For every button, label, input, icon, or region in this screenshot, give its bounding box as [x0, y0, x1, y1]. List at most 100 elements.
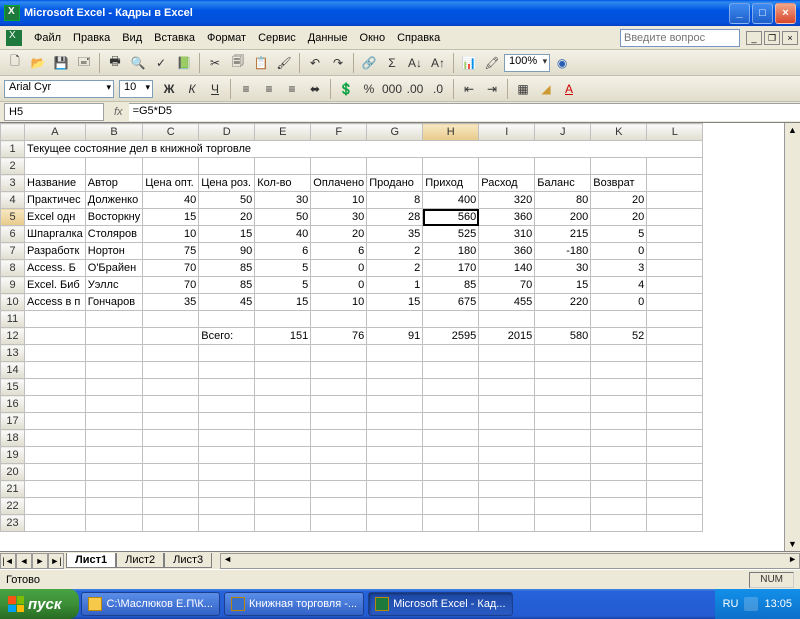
- font-color-icon[interactable]: A: [558, 78, 580, 100]
- cell[interactable]: [143, 413, 199, 430]
- cell[interactable]: 70: [143, 260, 199, 277]
- cell[interactable]: [479, 158, 535, 175]
- cell[interactable]: Шпаргалка: [25, 226, 86, 243]
- row-header-6[interactable]: 6: [1, 226, 25, 243]
- row-header-9[interactable]: 9: [1, 277, 25, 294]
- column-header-F[interactable]: F: [311, 124, 367, 141]
- cell[interactable]: 1: [367, 277, 423, 294]
- cell[interactable]: 15: [535, 277, 591, 294]
- cell[interactable]: [143, 447, 199, 464]
- cell[interactable]: [535, 498, 591, 515]
- cell[interactable]: [85, 396, 143, 413]
- spreadsheet-grid[interactable]: ABCDEFGHIJKL1Текущее состояние дел в кни…: [0, 123, 800, 551]
- cell[interactable]: 76: [311, 328, 367, 345]
- cell[interactable]: Оплачено: [311, 175, 367, 192]
- cell[interactable]: [85, 447, 143, 464]
- cell[interactable]: [535, 379, 591, 396]
- cell[interactable]: [311, 158, 367, 175]
- cell[interactable]: [311, 464, 367, 481]
- cell[interactable]: 70: [479, 277, 535, 294]
- cell[interactable]: [423, 464, 479, 481]
- cell[interactable]: [591, 498, 647, 515]
- tab-next-icon[interactable]: ►: [32, 553, 48, 569]
- cell[interactable]: [85, 464, 143, 481]
- help-icon[interactable]: ◉: [551, 52, 573, 74]
- cell[interactable]: [423, 158, 479, 175]
- cell[interactable]: [255, 345, 311, 362]
- row-header-14[interactable]: 14: [1, 362, 25, 379]
- cell[interactable]: [647, 498, 703, 515]
- cell[interactable]: [591, 515, 647, 532]
- font-combo[interactable]: Arial Cyr: [4, 80, 114, 98]
- column-header-K[interactable]: K: [591, 124, 647, 141]
- cell[interactable]: [255, 362, 311, 379]
- cell[interactable]: [591, 345, 647, 362]
- cell[interactable]: [25, 362, 86, 379]
- fx-label[interactable]: fx: [114, 106, 123, 118]
- cell[interactable]: [255, 498, 311, 515]
- cell[interactable]: 10: [311, 192, 367, 209]
- close-button[interactable]: ×: [775, 3, 796, 24]
- cell[interactable]: [647, 243, 703, 260]
- cell[interactable]: [143, 481, 199, 498]
- cell[interactable]: [479, 311, 535, 328]
- help-question-input[interactable]: [620, 29, 740, 47]
- cell[interactable]: [255, 515, 311, 532]
- column-header-A[interactable]: A: [25, 124, 86, 141]
- cell[interactable]: 151: [255, 328, 311, 345]
- cell[interactable]: [367, 379, 423, 396]
- cell[interactable]: [535, 413, 591, 430]
- tab-last-icon[interactable]: ►|: [48, 553, 64, 569]
- cut-icon[interactable]: ✂: [204, 52, 226, 74]
- cell[interactable]: [25, 328, 86, 345]
- cell[interactable]: 10: [311, 294, 367, 311]
- underline-icon[interactable]: Ч: [204, 78, 226, 100]
- cell[interactable]: [199, 158, 255, 175]
- cell[interactable]: [535, 430, 591, 447]
- cell[interactable]: [647, 430, 703, 447]
- horizontal-scrollbar[interactable]: [220, 553, 800, 569]
- cell[interactable]: [647, 515, 703, 532]
- row-header-23[interactable]: 23: [1, 515, 25, 532]
- cell[interactable]: [311, 345, 367, 362]
- borders-icon[interactable]: ▦: [512, 78, 534, 100]
- doc-restore-button[interactable]: ❐: [764, 31, 780, 45]
- cell[interactable]: Цена роз.: [199, 175, 255, 192]
- cell[interactable]: [311, 362, 367, 379]
- cell[interactable]: [85, 430, 143, 447]
- cell[interactable]: [199, 362, 255, 379]
- align-right-icon[interactable]: ≡: [281, 78, 303, 100]
- percent-icon[interactable]: %: [358, 78, 380, 100]
- cell[interactable]: 360: [479, 243, 535, 260]
- taskbar-item-word[interactable]: Книжная торговля -...: [224, 592, 364, 616]
- row-header-11[interactable]: 11: [1, 311, 25, 328]
- cell[interactable]: [479, 464, 535, 481]
- cell[interactable]: Access. Б: [25, 260, 86, 277]
- decrease-decimal-icon[interactable]: .0: [427, 78, 449, 100]
- cell[interactable]: 170: [423, 260, 479, 277]
- cell[interactable]: [367, 396, 423, 413]
- cell[interactable]: [423, 311, 479, 328]
- cell[interactable]: 30: [535, 260, 591, 277]
- cell[interactable]: [535, 481, 591, 498]
- cell[interactable]: [535, 362, 591, 379]
- cell[interactable]: [591, 396, 647, 413]
- cell[interactable]: [423, 396, 479, 413]
- start-button[interactable]: пуск: [0, 589, 79, 619]
- cell[interactable]: 10: [143, 226, 199, 243]
- spellcheck-icon[interactable]: ✓: [150, 52, 172, 74]
- cell[interactable]: [647, 294, 703, 311]
- cell[interactable]: [647, 362, 703, 379]
- redo-icon[interactable]: ↷: [327, 52, 349, 74]
- cell[interactable]: [647, 447, 703, 464]
- sort-asc-icon[interactable]: A↓: [404, 52, 426, 74]
- cell[interactable]: 220: [535, 294, 591, 311]
- cell[interactable]: [367, 498, 423, 515]
- cell[interactable]: [423, 362, 479, 379]
- column-header-L[interactable]: L: [647, 124, 703, 141]
- cell[interactable]: Access в п: [25, 294, 86, 311]
- undo-icon[interactable]: ↶: [304, 52, 326, 74]
- cell[interactable]: [591, 379, 647, 396]
- cell[interactable]: [367, 413, 423, 430]
- sheet-tab-2[interactable]: Лист2: [116, 553, 164, 568]
